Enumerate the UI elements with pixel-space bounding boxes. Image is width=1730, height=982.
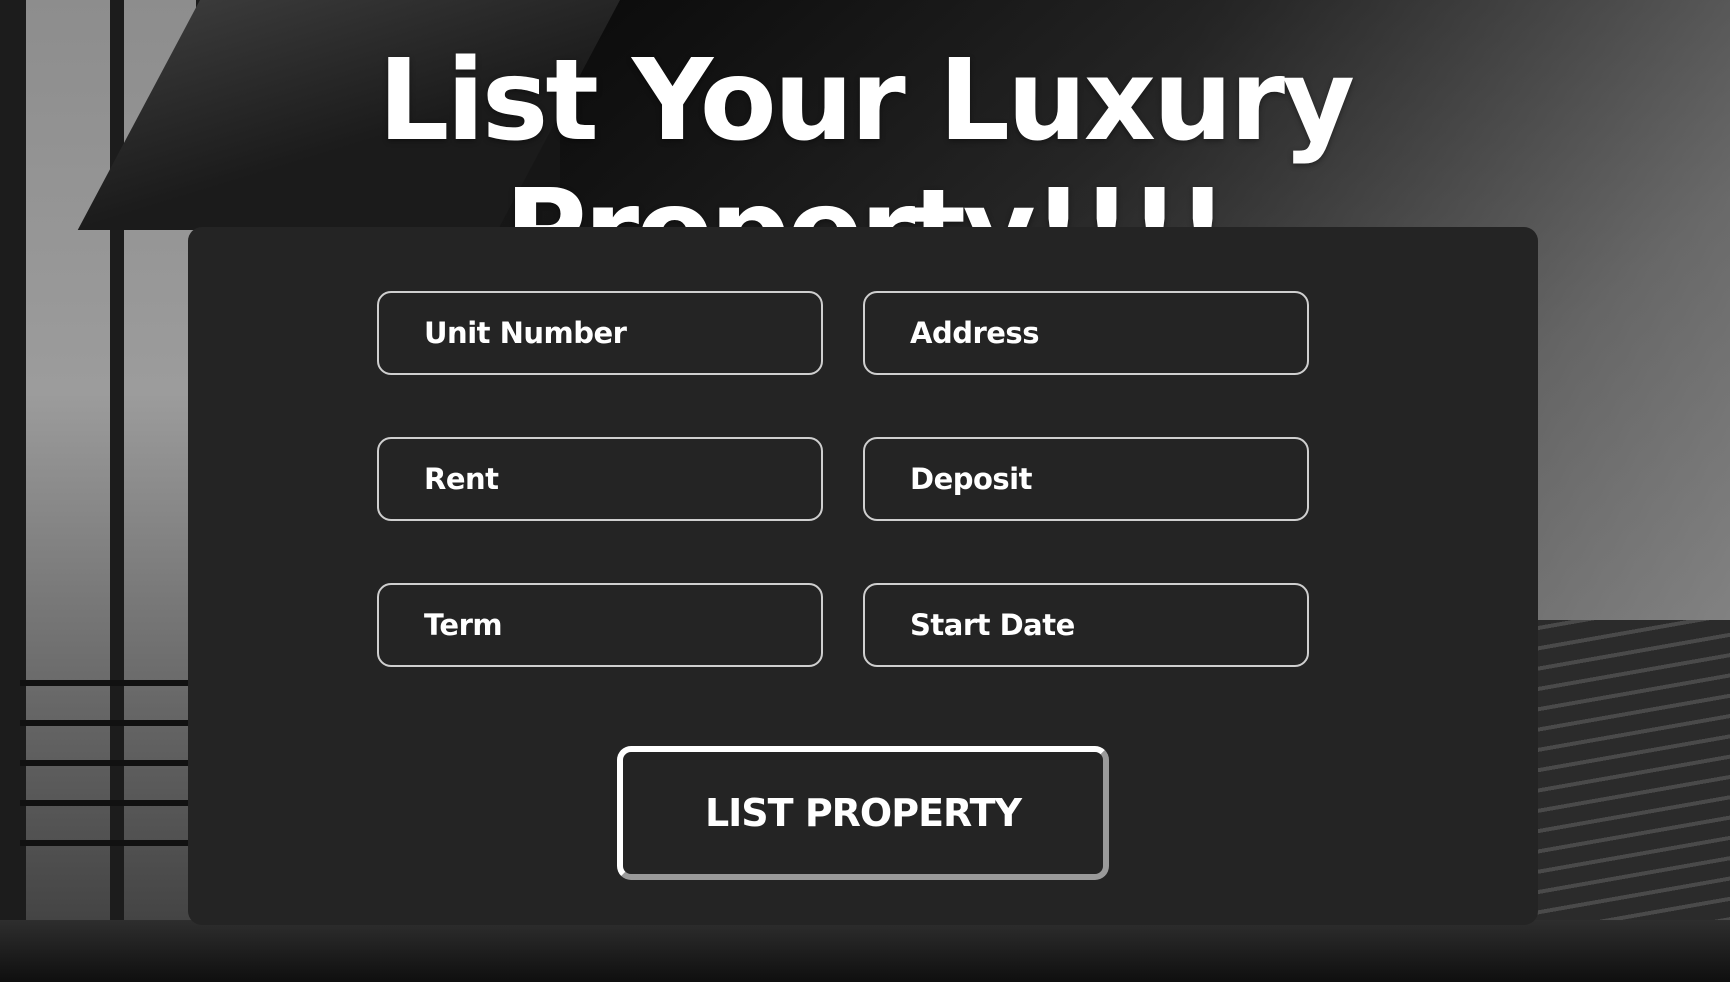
address-input[interactable] — [863, 291, 1309, 375]
background-floor — [0, 920, 1730, 982]
background-slat — [20, 720, 190, 726]
background-slat — [20, 760, 190, 766]
start-date-input[interactable] — [863, 583, 1309, 667]
background-slat — [20, 800, 190, 806]
background-slat — [20, 680, 190, 686]
rent-input[interactable] — [377, 437, 823, 521]
list-property-button[interactable]: LIST PROPERTY — [617, 746, 1109, 880]
deposit-input[interactable] — [863, 437, 1309, 521]
term-input[interactable] — [377, 583, 823, 667]
background-slat — [20, 840, 190, 846]
unit-number-input[interactable] — [377, 291, 823, 375]
